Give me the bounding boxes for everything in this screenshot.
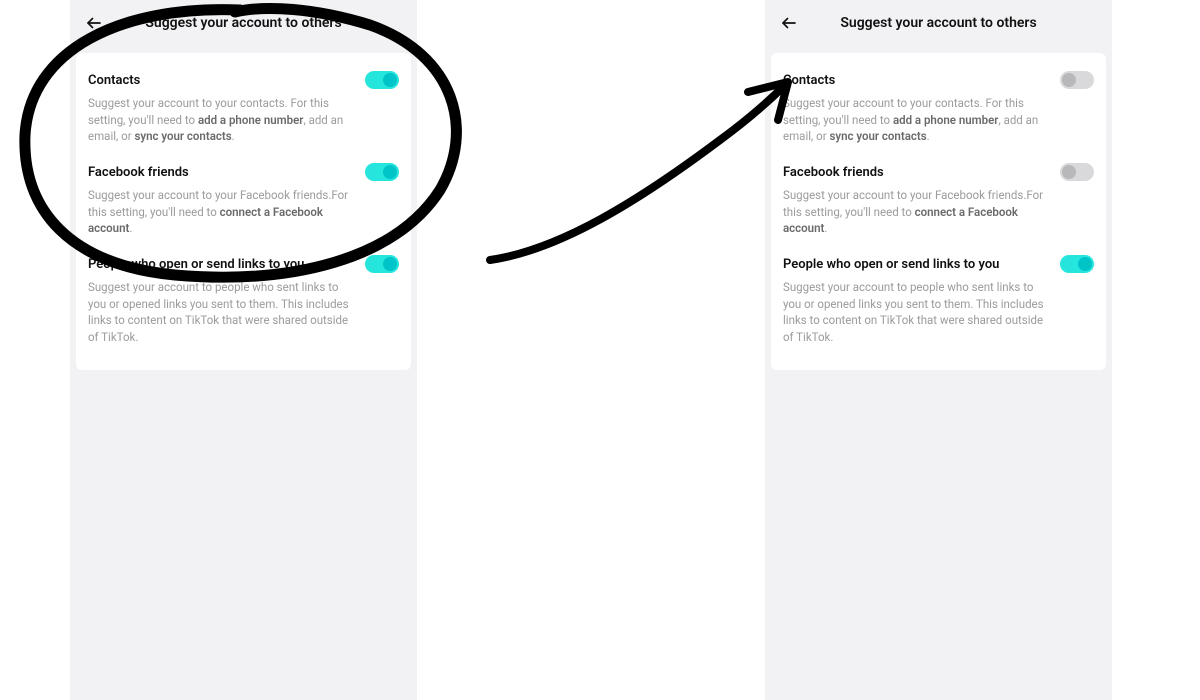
- toggle-links[interactable]: [365, 255, 399, 273]
- settings-card: Contacts Suggest your account to your co…: [771, 53, 1106, 370]
- link-sync-contacts[interactable]: sync your contacts: [134, 129, 231, 143]
- toggle-facebook[interactable]: [1060, 163, 1094, 181]
- setting-description: Suggest your account to your Facebook fr…: [88, 187, 358, 237]
- setting-title: People who open or send links to you: [783, 257, 999, 272]
- setting-description: Suggest your account to people who sent …: [783, 279, 1053, 346]
- setting-title: Facebook friends: [783, 165, 884, 180]
- setting-facebook: Facebook friends Suggest your account to…: [88, 155, 399, 247]
- setting-links: People who open or send links to you Sug…: [783, 247, 1094, 356]
- header: Suggest your account to others: [70, 0, 417, 45]
- link-sync-contacts[interactable]: sync your contacts: [829, 129, 926, 143]
- setting-title: Facebook friends: [88, 165, 189, 180]
- setting-title: Contacts: [88, 73, 140, 88]
- toggle-contacts[interactable]: [365, 71, 399, 89]
- setting-links: People who open or send links to you Sug…: [88, 247, 399, 356]
- page-title: Suggest your account to others: [145, 15, 341, 31]
- link-add-phone[interactable]: add a phone number: [893, 113, 999, 127]
- toggle-facebook[interactable]: [365, 163, 399, 181]
- setting-description: Suggest your account to your contacts. F…: [88, 95, 358, 145]
- settings-card: Contacts Suggest your account to your co…: [76, 53, 411, 370]
- toggle-contacts[interactable]: [1060, 71, 1094, 89]
- setting-facebook: Facebook friends Suggest your account to…: [783, 155, 1094, 247]
- link-add-phone[interactable]: add a phone number: [198, 113, 304, 127]
- phone-screen-right: Suggest your account to others Contacts …: [765, 0, 1112, 700]
- setting-title: People who open or send links to you: [88, 257, 304, 272]
- toggle-links[interactable]: [1060, 255, 1094, 273]
- setting-description: Suggest your account to your contacts. F…: [783, 95, 1053, 145]
- back-arrow-icon[interactable]: [779, 13, 799, 33]
- setting-title: Contacts: [783, 73, 835, 88]
- header: Suggest your account to others: [765, 0, 1112, 45]
- back-arrow-icon[interactable]: [84, 13, 104, 33]
- setting-contacts: Contacts Suggest your account to your co…: [88, 63, 399, 155]
- phone-screen-left: Suggest your account to others Contacts …: [70, 0, 417, 700]
- setting-contacts: Contacts Suggest your account to your co…: [783, 63, 1094, 155]
- setting-description: Suggest your account to your Facebook fr…: [783, 187, 1053, 237]
- page-title: Suggest your account to others: [840, 15, 1036, 31]
- setting-description: Suggest your account to people who sent …: [88, 279, 358, 346]
